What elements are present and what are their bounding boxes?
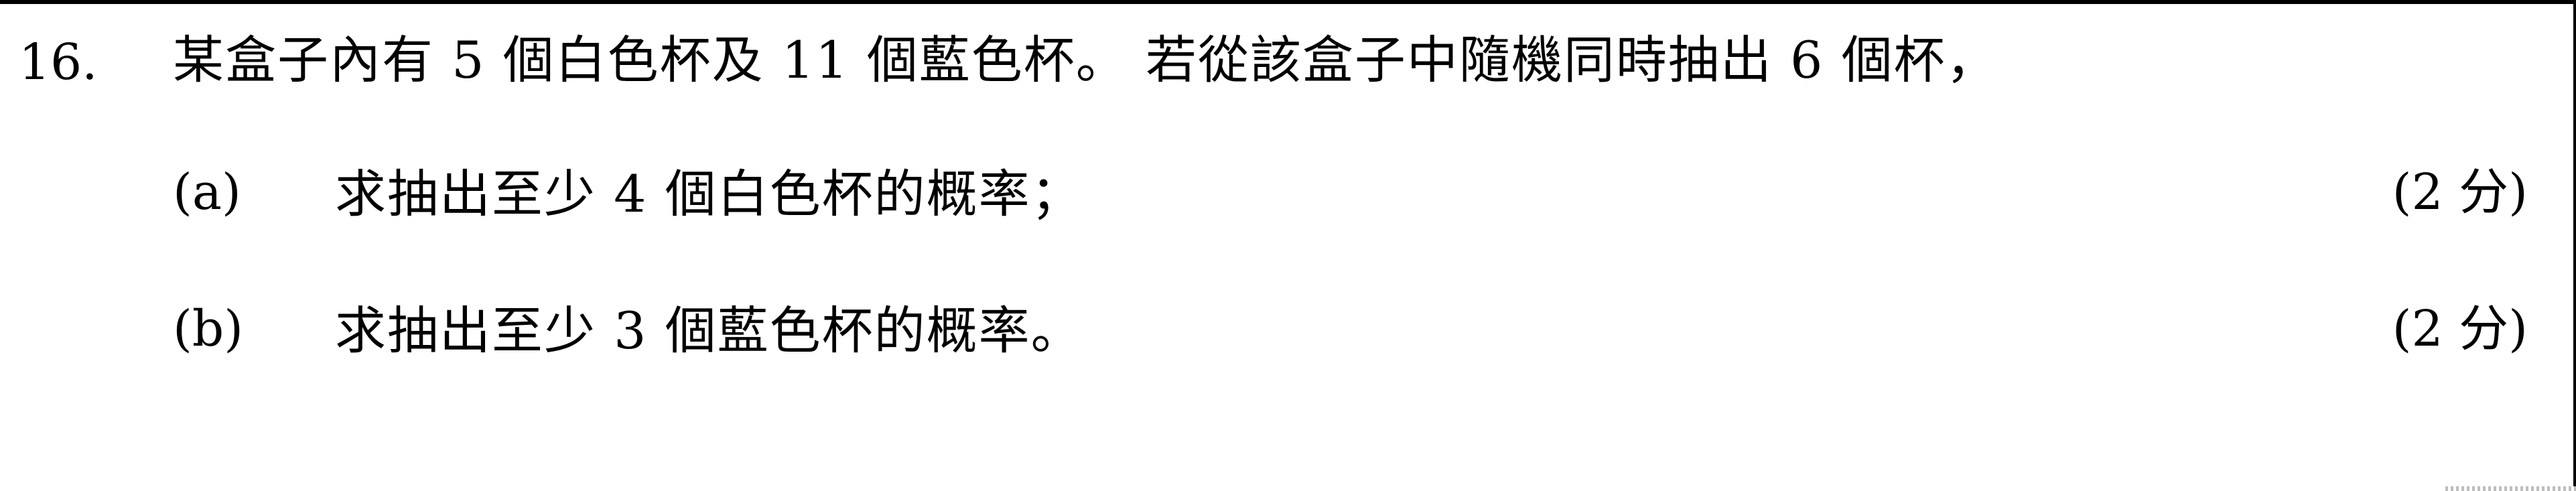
right-border-line: [2573, 0, 2576, 491]
top-border-line: [0, 0, 2576, 4]
question-number: 16.: [19, 33, 98, 91]
question-stem: 某盒子內有 5 個白色杯及 11 個藍色杯。 若從該盒子中隨機同時抽出 6 個杯…: [173, 30, 1998, 90]
part-a-marks: (2 分): [2392, 163, 2528, 221]
part-b-marks: (2 分): [2392, 300, 2528, 358]
part-b-text: 求抽出至少 3 個藍色杯的概率。: [335, 301, 1083, 360]
part-a-text: 求抽出至少 4 個白色杯的概率；: [335, 164, 1083, 224]
part-b-label: (b): [173, 300, 244, 358]
exam-page: 16. 某盒子內有 5 個白色杯及 11 個藍色杯。 若從該盒子中隨機同時抽出 …: [0, 0, 2576, 491]
part-a-label: (a): [173, 163, 241, 221]
bottom-dotted-rule: [2445, 486, 2576, 491]
